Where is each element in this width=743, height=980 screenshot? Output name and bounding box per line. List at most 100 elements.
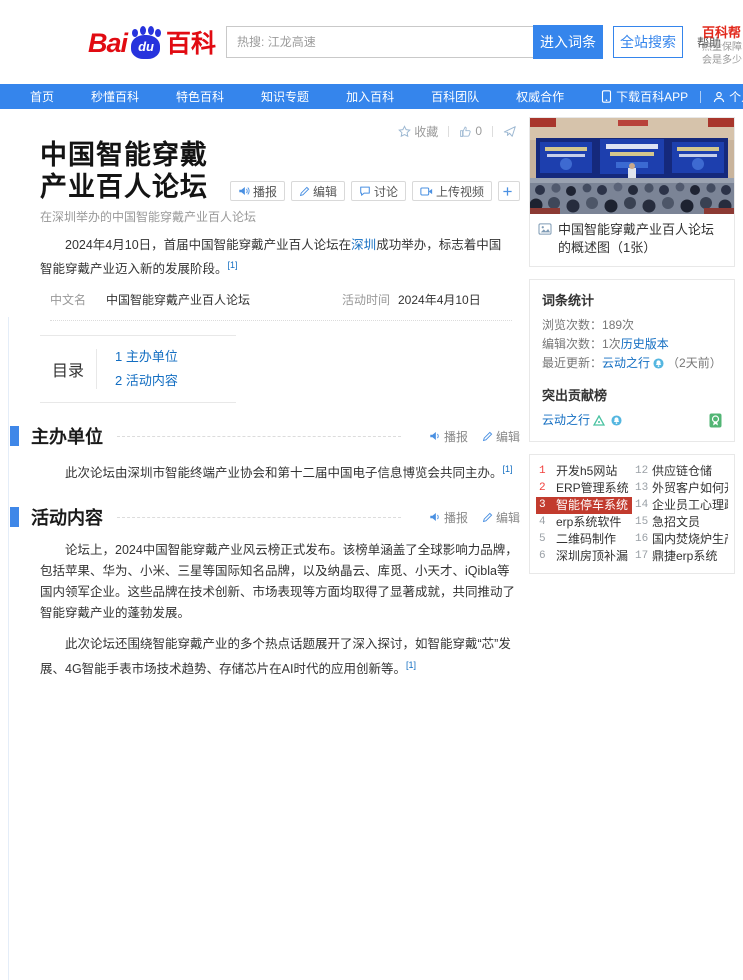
speaker-icon xyxy=(429,430,441,442)
nav-item-topics[interactable]: 知识专题 xyxy=(261,88,309,105)
nav-item-miaodong[interactable]: 秒懂百科 xyxy=(91,88,139,105)
nav-item-join[interactable]: 加入百科 xyxy=(346,88,394,105)
hotlist-item[interactable]: 4 erp系统软件 xyxy=(536,514,632,531)
hot-label: 急招文员 xyxy=(652,515,701,529)
section-broadcast-button[interactable]: 播报 xyxy=(429,428,468,445)
toc-item-content[interactable]: 2 活动内容 xyxy=(115,369,178,393)
download-app-label: 下载百科APP xyxy=(616,90,689,104)
nav-item-featured[interactable]: 特色百科 xyxy=(176,88,224,105)
top-header: Bai du 百科 进入词条 全站搜索 帮助 百科帮 热量保障 会是多少 xyxy=(0,0,743,84)
toc-title: 目录 xyxy=(40,349,97,390)
medal-icon[interactable] xyxy=(709,413,722,428)
broadcast-button[interactable]: 播报 xyxy=(229,181,285,201)
image-icon xyxy=(538,223,552,257)
reference-marker[interactable]: [1] xyxy=(503,464,513,474)
section-edit-button[interactable]: 编辑 xyxy=(482,428,520,445)
hotlist-item[interactable]: 6 深圳房顶补漏 xyxy=(536,548,632,565)
hotlist-item[interactable]: 2 ERP管理系统 xyxy=(536,480,632,497)
hot-rank: 6 xyxy=(539,550,546,562)
baike-entry-page: Bai du 百科 进入词条 全站搜索 帮助 百科帮 热量保障 会是多少 首页 … xyxy=(0,0,743,980)
history-versions-link[interactable]: 历史版本 xyxy=(621,335,669,354)
share-icon[interactable] xyxy=(503,125,517,138)
hot-label: 开发h5网站 xyxy=(556,464,618,478)
star-icon[interactable] xyxy=(398,124,412,138)
speaker-icon xyxy=(429,511,441,523)
hot-rank: 5 xyxy=(539,533,546,545)
basic-info-table: 中文名 中国智能穿戴产业百人论坛 活动时间 2024年4月10日 xyxy=(50,291,512,322)
hotlist-item[interactable]: 1 开发h5网站 xyxy=(536,463,632,480)
stats-edits-row: 编辑次数： 1次 历史版本 xyxy=(542,335,722,354)
hotlist-item[interactable]: 17 鼎捷erp系统 xyxy=(632,548,728,565)
hotlist-item[interactable]: 13 外贸客户如何开 xyxy=(632,480,728,497)
bell-badge-icon xyxy=(611,414,622,426)
hotlist-item-selected[interactable]: 3 智能停车系统 xyxy=(536,497,632,514)
search-input[interactable] xyxy=(226,26,534,58)
user-center-label: 个人中心 xyxy=(729,90,743,104)
nav-item-cooperation[interactable]: 权威合作 xyxy=(516,88,564,105)
discuss-button[interactable]: 讨论 xyxy=(350,181,406,201)
download-app-link[interactable]: 下载百科APP xyxy=(601,88,688,105)
hotlist-item[interactable]: 12 供应链仓储 xyxy=(632,463,728,480)
dashed-divider xyxy=(117,435,401,437)
baidu-baike-logo[interactable]: Bai du 百科 xyxy=(88,26,217,60)
lede-text: 2024年4月10日，首届中国智能穿戴产业百人论坛在 xyxy=(65,238,352,252)
hot-rank: 1 xyxy=(539,465,546,477)
section-edit-button[interactable]: 编辑 xyxy=(482,509,520,526)
speech-bubble-icon xyxy=(359,185,371,197)
site-search-button[interactable]: 全站搜索 xyxy=(613,26,684,58)
broadcast-label: 播报 xyxy=(443,510,468,525)
stats-label: 编辑次数： xyxy=(542,337,603,351)
edit-button[interactable]: 编辑 xyxy=(290,181,345,201)
logo-bai-text: Bai xyxy=(88,28,128,58)
stats-value: 189次 xyxy=(602,318,635,332)
title-row: 中国智能穿戴产业百人论坛 播报 编辑 讨论 上传视频 xyxy=(10,139,520,203)
hot-label: 供应链仓储 xyxy=(652,464,713,478)
contributor-row: 云动之行 xyxy=(542,411,722,429)
baidu-paw-icon: du xyxy=(129,26,163,60)
level-triangle-icon xyxy=(593,414,606,426)
hot-rank: 2 xyxy=(539,482,546,494)
overview-photo-card[interactable]: 中国智能穿戴产业百人论坛的概述图（1张） xyxy=(529,117,735,267)
reference-marker[interactable]: [1] xyxy=(228,260,238,270)
hotlist-item[interactable]: 5 二维码制作 xyxy=(536,531,632,548)
hotlist-item[interactable]: 16 国内焚烧炉生产 xyxy=(632,531,728,548)
edit-label: 编辑 xyxy=(495,429,520,444)
bell-badge-icon xyxy=(653,358,664,369)
upload-video-button[interactable]: 上传视频 xyxy=(411,181,492,201)
logo-baike-text: 百科 xyxy=(166,30,217,58)
nav-divider xyxy=(700,90,702,103)
reference-marker[interactable]: [1] xyxy=(406,660,416,670)
hot-rank: 13 xyxy=(635,482,649,494)
photo-caption: 中国智能穿戴产业百人论坛的概述图（1张） xyxy=(558,222,715,255)
hotlist-item[interactable]: 14 企业员工心理疏 xyxy=(632,497,728,514)
hotlist-item[interactable]: 15 急招文员 xyxy=(632,514,728,531)
user-center-link[interactable]: 个人中心 xyxy=(713,88,743,105)
updated-ago: （2天前） xyxy=(667,356,722,370)
shenzhen-link[interactable]: 深圳 xyxy=(351,238,376,252)
updater-link[interactable]: 云动之行 xyxy=(602,354,650,373)
hot-label: 二维码制作 xyxy=(556,532,617,546)
stats-updated-row: 最近更新： 云动之行 （2天前） xyxy=(542,354,722,373)
more-add-button[interactable] xyxy=(498,181,520,201)
hot-rank: 15 xyxy=(635,516,649,528)
edit-label: 编辑 xyxy=(312,184,337,199)
thumb-up-icon[interactable] xyxy=(459,125,472,138)
contributor-link[interactable]: 云动之行 xyxy=(542,411,590,429)
enter-entry-button[interactable]: 进入词条 xyxy=(533,25,604,59)
promo-block[interactable]: 百科帮 热量保障 会是多少 xyxy=(702,26,743,67)
nav-item-team[interactable]: 百科团队 xyxy=(431,88,479,105)
divider xyxy=(448,125,450,137)
dashed-divider xyxy=(117,516,401,518)
hot-rank: 16 xyxy=(635,533,649,545)
favorite-label[interactable]: 收藏 xyxy=(414,123,438,140)
info-label: 中文名 xyxy=(50,293,87,308)
section-broadcast-button[interactable]: 播报 xyxy=(429,509,468,526)
broadcast-label: 播报 xyxy=(252,184,277,199)
nav-item-home[interactable]: 首页 xyxy=(30,88,54,105)
paragraph-text: 此次论坛还围绕智能穿戴产业的多个热点话题展开了深入探讨，如智能穿戴“芯”发展、4… xyxy=(40,637,511,677)
like-count: 0 xyxy=(475,124,482,138)
toc-item-hosts[interactable]: 1 主办单位 xyxy=(115,345,178,369)
page-title: 中国智能穿戴产业百人论坛 xyxy=(40,140,208,202)
pencil-icon xyxy=(482,512,493,523)
table-of-contents: 目录 1 主办单位 2 活动内容 xyxy=(40,335,236,404)
